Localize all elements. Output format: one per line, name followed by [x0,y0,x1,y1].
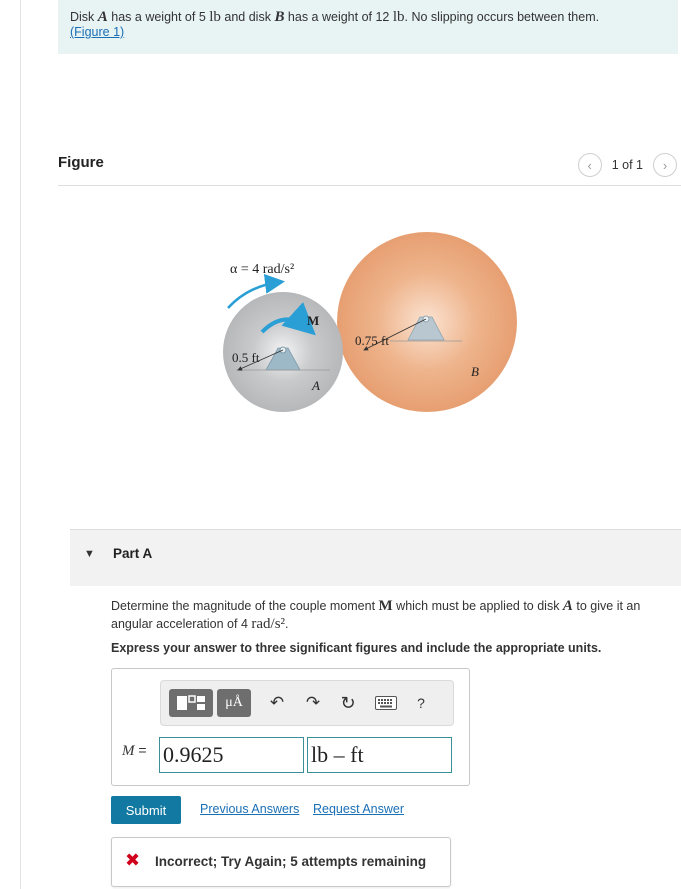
question-part: Determine the magnitude of the couple mo… [111,599,379,613]
moment-symbol: M [378,598,393,614]
figure-link[interactable]: (Figure 1) [70,25,124,39]
radius-b-label: 0.75 ft [355,333,389,348]
units-button[interactable]: μÅ [217,689,251,717]
answer-variable-label: M = [122,742,147,760]
help-button[interactable]: ? [411,689,431,717]
templates-icon[interactable] [169,689,213,717]
answer-instructions: Express your answer to three significant… [111,641,602,655]
figure-divider [58,185,681,186]
disk-b-label: B [471,364,479,379]
feedback-box: ✖ Incorrect; Try Again; 5 attempts remai… [111,837,451,887]
answer-value-input[interactable]: 0.9625 [159,737,304,773]
unit-lb: lb [209,9,221,25]
unit-lb: lb [392,9,405,25]
disk-a-symbol: A [562,598,573,614]
equals-sign: = [138,742,147,758]
part-a-header[interactable]: ▼ Part A [70,529,681,586]
question-part: . [285,617,289,631]
disk-figure: α = 4 rad/s² M 0.5 ft 0.75 ft A B [223,232,517,412]
chevron-left-icon[interactable]: ‹ [577,153,602,177]
caret-down-icon[interactable]: ▼ [84,548,95,560]
request-answer-link[interactable]: Request Answer [313,802,404,816]
statement-part: Disk [70,10,98,24]
answer-box: μÅ ↶ ↷ ↻ ? M = 0.9625 lb – ft [111,668,470,786]
submit-button[interactable]: Submit [111,796,181,824]
moment-label: M [307,313,319,328]
alpha-label: α = 4 rad/s² [230,262,294,277]
keyboard-icon[interactable] [373,689,399,717]
chevron-right-icon[interactable]: › [653,153,677,177]
statement-part: has a weight of 12 [284,10,393,24]
redo-icon[interactable]: ↷ [303,689,323,717]
statement-part: . No slipping occurs between them. [404,10,600,24]
disk-a-label: A [311,378,320,393]
question-part: which must be applied to disk [392,599,563,613]
previous-answers-link[interactable]: Previous Answers [200,802,299,816]
figure-title: Figure [58,154,104,171]
left-divider [20,0,21,889]
reset-icon[interactable]: ↻ [337,689,359,717]
feedback-message: Incorrect; Try Again; 5 attempts remaini… [155,854,427,869]
disk-b-symbol: B [274,9,285,25]
figure-pager: ‹ 1 of 1 › [577,153,677,177]
radius-a-label: 0.5 ft [232,350,260,365]
question-text: Determine the magnitude of the couple mo… [111,597,673,633]
statement-text: Disk A has a weight of 5 lb and disk B h… [70,10,599,40]
statement-part: and disk [220,10,275,24]
answer-units-input[interactable]: lb – ft [307,737,452,773]
problem-statement: Disk A has a weight of 5 lb and disk B h… [58,0,678,54]
statement-part: has a weight of 5 [107,10,210,24]
figure-counter: 1 of 1 [611,158,643,172]
part-a-label: Part A [113,546,153,561]
undo-icon[interactable]: ↶ [267,689,287,717]
unit-rad-s2: rad/s² [251,616,286,632]
variable-m: M [122,743,135,759]
math-toolbar: μÅ ↶ ↷ ↻ ? [160,680,454,726]
disk-a-symbol: A [97,9,108,25]
x-icon: ✖ [125,850,141,870]
